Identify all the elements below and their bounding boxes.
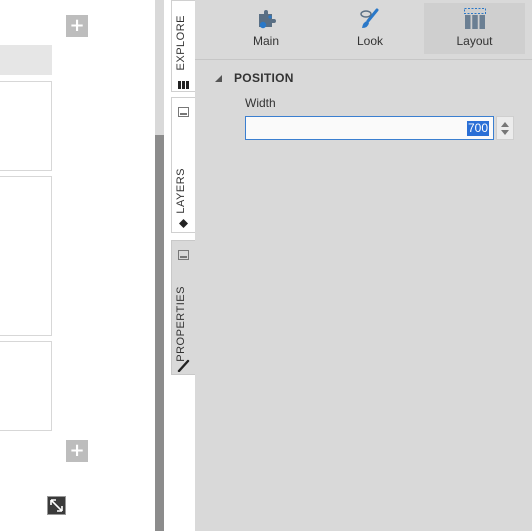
tab-layers-label: LAYERS <box>175 168 187 214</box>
resize-icon[interactable] <box>47 496 66 515</box>
tab-properties[interactable]: PROPERTIES <box>171 240 195 375</box>
tab-explore-label: EXPLORE <box>175 15 187 71</box>
position-section-title: POSITION <box>234 71 294 85</box>
columns-layout-icon <box>463 8 486 30</box>
toolbar-look-button[interactable]: Look <box>329 3 411 54</box>
scrollbar-thumb[interactable] <box>155 135 164 531</box>
collapse-triangle-icon[interactable] <box>215 74 222 82</box>
properties-panel: Main Look Layout POSITION Width 700 <box>195 0 532 531</box>
add-top-button[interactable]: + <box>66 15 88 37</box>
brush-icon <box>177 357 190 373</box>
position-section-header[interactable]: POSITION <box>215 70 294 86</box>
width-value: 700 <box>466 121 489 136</box>
width-input[interactable]: 700 <box>245 116 494 140</box>
tab-layers[interactable]: LAYERS <box>171 97 195 233</box>
layers-icon <box>177 215 190 228</box>
stepper-up-icon[interactable] <box>501 122 509 127</box>
explore-icon <box>177 76 190 89</box>
pin-icon[interactable] <box>178 250 189 260</box>
width-label: Width <box>245 96 276 110</box>
canvas-panel-2[interactable] <box>0 176 52 336</box>
toolbar-layout-button[interactable]: Layout <box>424 3 525 54</box>
toolbar-main-button[interactable]: Main <box>225 3 307 54</box>
canvas-panel-3[interactable] <box>0 341 52 431</box>
tab-explore[interactable]: EXPLORE <box>171 0 195 92</box>
properties-toolbar: Main Look Layout <box>195 0 532 60</box>
toolbar-layout-label: Layout <box>456 34 493 48</box>
dashboard-canvas: + + <box>0 0 155 531</box>
tab-properties-label: PROPERTIES <box>175 286 187 362</box>
puzzle-icon <box>255 8 277 30</box>
paintbrush-icon <box>359 8 381 30</box>
canvas-panel-1[interactable] <box>0 81 52 171</box>
side-tab-strip: EXPLORE LAYERS PROPERTIES <box>164 0 195 531</box>
width-stepper[interactable] <box>496 116 514 140</box>
toolbar-look-label: Look <box>356 34 384 48</box>
canvas-scrollbar[interactable] <box>155 0 164 531</box>
toolbar-main-label: Main <box>252 34 279 48</box>
stepper-down-icon[interactable] <box>501 130 509 135</box>
pin-icon[interactable] <box>178 107 189 117</box>
add-bottom-button[interactable]: + <box>66 440 88 462</box>
canvas-header-band <box>0 45 52 75</box>
